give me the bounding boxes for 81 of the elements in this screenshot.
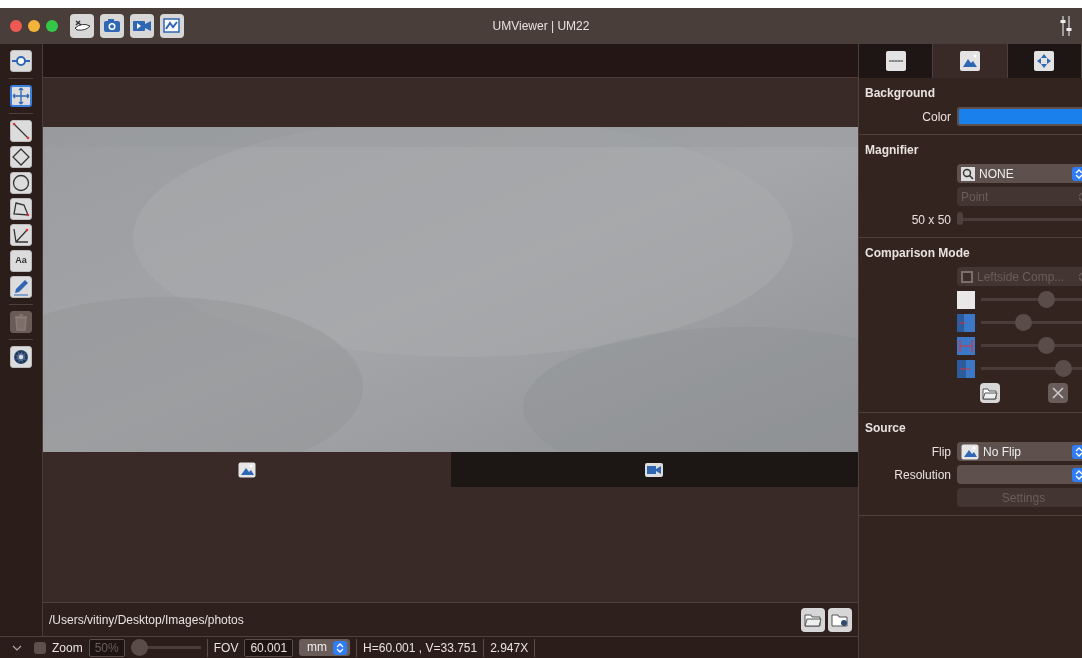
video-camera-button[interactable] <box>130 14 154 38</box>
field-label: Resolution <box>893 466 951 484</box>
minimize-button[interactable] <box>28 20 40 32</box>
search-icon <box>961 166 975 181</box>
slider-thumb[interactable] <box>1038 291 1056 308</box>
open-button[interactable] <box>980 383 1000 403</box>
stepper-icon <box>1072 166 1082 181</box>
folder-icon <box>804 612 822 627</box>
circle-icon <box>12 174 30 192</box>
open-folder-button[interactable] <box>801 607 825 632</box>
flip-select[interactable]: No Flip <box>957 442 1082 461</box>
field-label: Color <box>921 108 951 126</box>
field-label: 50 x 50 <box>910 211 951 229</box>
move-tool-button[interactable] <box>10 85 32 107</box>
zoom-button[interactable] <box>46 20 58 32</box>
slider-thumb[interactable] <box>1054 360 1072 377</box>
line-tool-button[interactable] <box>10 120 32 142</box>
slider-thumb[interactable] <box>1038 337 1056 354</box>
magnification-readout: 2.947X <box>490 639 529 657</box>
settings-icon <box>12 348 30 366</box>
trash-icon <box>12 313 30 331</box>
move-icon <box>1034 51 1055 71</box>
folder-gear-icon <box>831 612 849 627</box>
stepper-icon <box>333 640 348 655</box>
sketch-button[interactable] <box>70 14 94 38</box>
pen-tool-button[interactable] <box>10 276 32 298</box>
close-button[interactable] <box>10 20 22 32</box>
split-icon <box>957 336 975 355</box>
picture-button[interactable] <box>160 14 184 38</box>
ruler-tab[interactable] <box>859 44 934 78</box>
video-camera-icon <box>645 462 664 477</box>
pen-icon <box>12 278 30 296</box>
slider-thumb[interactable] <box>957 212 963 225</box>
camera-button[interactable] <box>100 14 124 38</box>
magnifier-select[interactable]: NONE <box>957 164 1082 183</box>
blank-swatch-icon <box>957 290 975 309</box>
section-heading: Background <box>865 85 936 102</box>
connector-tool-button[interactable] <box>10 50 32 72</box>
image-tab[interactable] <box>933 44 1008 78</box>
fov-field[interactable]: 60.001 <box>244 638 294 657</box>
settings-tool-button[interactable] <box>10 346 32 368</box>
diamond-tool-button[interactable] <box>10 146 32 168</box>
circle-tool-button[interactable] <box>10 172 32 194</box>
angle-tool-button[interactable] <box>10 224 32 246</box>
fov-label: FOV <box>213 639 239 657</box>
stepper-icon <box>1072 444 1082 459</box>
text-tool-button[interactable]: Aa <box>10 250 32 272</box>
section-heading: Source <box>865 420 907 437</box>
folder-path: /Users/vitiny/Desktop/Images/photos <box>49 611 245 629</box>
unit-select[interactable]: mm <box>299 639 351 656</box>
section-heading: Comparison Mode <box>865 245 971 262</box>
section-heading: Magnifier <box>865 142 920 159</box>
zoom-label: Zoom <box>52 639 83 657</box>
stepper-icon <box>1072 467 1082 482</box>
connector-icon <box>12 55 30 67</box>
move-icon <box>12 87 30 105</box>
clear-button[interactable] <box>1048 383 1068 403</box>
diamond-icon <box>12 148 30 166</box>
angle-icon <box>12 226 30 244</box>
polygon-tool-button[interactable] <box>10 198 32 220</box>
slider-thumb[interactable] <box>1015 314 1032 331</box>
image-icon <box>237 461 256 478</box>
sliders-icon[interactable] <box>1060 15 1072 37</box>
move-tab[interactable] <box>1007 44 1082 78</box>
close-icon <box>1052 387 1064 399</box>
split-icon <box>957 313 975 332</box>
picture-icon <box>162 16 182 36</box>
color-well[interactable] <box>957 107 1082 126</box>
line-icon <box>12 122 30 140</box>
position-readout: H=60.001 , V=33.751 <box>363 639 478 657</box>
split-icon <box>957 359 975 378</box>
field-label: Flip <box>930 443 951 461</box>
folder-icon <box>982 386 998 400</box>
polygon-icon <box>12 200 30 218</box>
folder-settings-button[interactable] <box>828 607 852 632</box>
image-icon <box>960 51 980 71</box>
ruler-icon <box>885 51 906 71</box>
window-title: UMViewer | UM22 <box>491 18 591 35</box>
split-view-icon <box>961 270 973 283</box>
chevron-down-icon[interactable] <box>12 645 22 652</box>
image-icon <box>961 443 979 460</box>
